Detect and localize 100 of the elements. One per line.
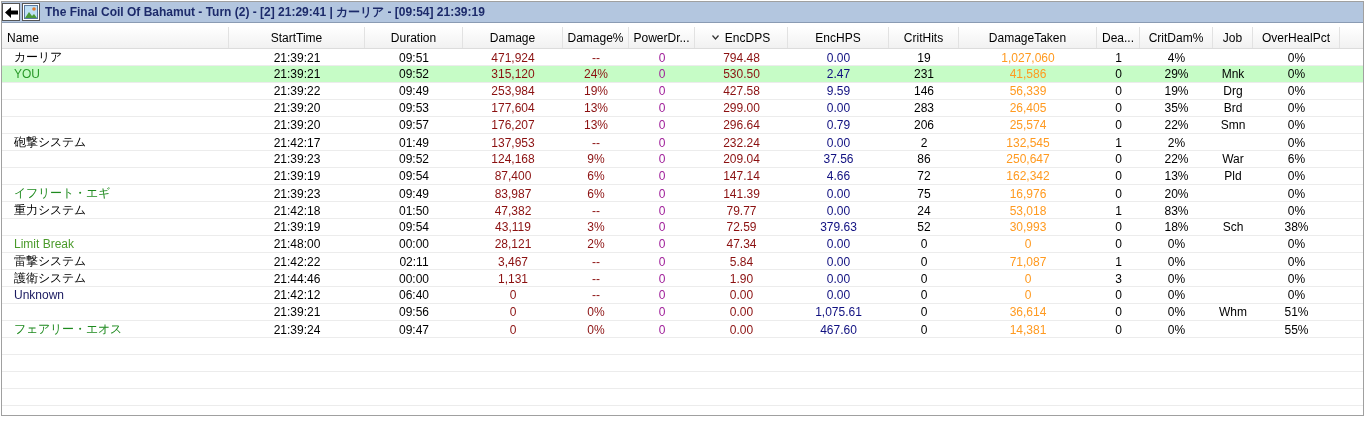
- name-text: 重力システム: [14, 202, 86, 219]
- table-cell-text: 38%: [1283, 219, 1310, 235]
- table-row[interactable]: 21:39:19 09:54 43,119 3% 0 72.59 379.63 52 30,993 0 18% Sch 38%: [2, 219, 1363, 236]
- table-cell-text: 162,342: [1005, 168, 1051, 184]
- table-cell-text: 0%: [1286, 83, 1307, 99]
- table-cell-text: 2.47: [825, 66, 852, 82]
- table-cell-text: 55%: [1283, 321, 1310, 338]
- column-header[interactable]: Damage: [463, 27, 563, 48]
- name-text: 護衛システム: [14, 270, 86, 287]
- table-cell-text: 0: [1114, 219, 1123, 235]
- table-cell-text: 21:42:17: [272, 134, 322, 151]
- table-cell-text: 0%: [1286, 236, 1307, 252]
- table-cell-text: 21:39:19: [272, 219, 322, 235]
- table-cell-text: 0: [1023, 287, 1033, 303]
- column-header[interactable]: Duration: [365, 27, 463, 48]
- column-header[interactable]: PowerDr...: [629, 27, 695, 48]
- table-cell-text: 0: [1114, 66, 1123, 82]
- table-row[interactable]: 雷撃システム 21:42:22 02:11 3,467 -- 0 5.84 0.00 0 71,087 1 0% 0%: [2, 253, 1363, 270]
- table-cell-text: 0: [1023, 236, 1033, 252]
- table-row[interactable]: Unknown 21:42:12 06:40 0 -- 0 0.00 0.00 0 0 0 0% 0%: [2, 287, 1363, 304]
- table-cell-text: 0: [657, 287, 667, 303]
- table-cell-text: 209.04: [722, 151, 761, 167]
- table-cell-text: 427.58: [722, 83, 761, 99]
- table-cell-text: 0%: [1286, 117, 1307, 133]
- table-cell-text: 0.79: [825, 117, 852, 133]
- column-header[interactable]: Dea...: [1097, 27, 1140, 48]
- image-icon: [24, 5, 38, 19]
- name-text: カーリア: [14, 49, 62, 66]
- table-cell-text: 1,131: [497, 270, 529, 287]
- table-cell-text: 0: [508, 321, 518, 338]
- table-cell-text: 3%: [586, 219, 606, 235]
- table-cell-text: 21:39:21: [272, 66, 322, 82]
- table-row[interactable]: 砲撃システム 21:42:17 01:49 137,953 -- 0 232.24 0.00 2 132,545 1 2% 0%: [2, 134, 1363, 151]
- table-cell-text: 0: [1114, 168, 1123, 184]
- table-row[interactable]: 21:39:23 09:52 124,168 9% 0 209.04 37.56 86 250,647 0 22% War 6%: [2, 151, 1363, 168]
- table-cell-text: 72: [916, 168, 932, 184]
- table-cell-text: 0.00: [825, 185, 852, 202]
- table-cell-text: 0.00: [825, 134, 852, 151]
- table-row[interactable]: フェアリー・エオス 21:39:24 09:47 0 0% 0 0.00 467.60 0 14,381 0 0% 55%: [2, 321, 1363, 338]
- table-row[interactable]: 21:39:19 09:54 87,400 6% 0 147.14 4.66 72 162,342 0 13% Pld 0%: [2, 168, 1363, 185]
- table-cell-text: 21:42:22: [272, 253, 322, 270]
- image-button[interactable]: [22, 3, 40, 21]
- column-header[interactable]: EncDPS: [695, 27, 788, 48]
- column-header[interactable]: Name: [2, 27, 229, 48]
- column-header[interactable]: OverHealPct: [1253, 27, 1340, 48]
- table-cell-text: 37.56: [822, 151, 855, 167]
- table-cell-text: 141.39: [722, 185, 761, 202]
- table-cell-text: 4.66: [825, 168, 852, 184]
- table-cell-text: 53,018: [1008, 202, 1048, 219]
- table-row[interactable]: Limit Break 21:48:00 00:00 28,121 2% 0 47.34 0.00 0 0 0 0% 0%: [2, 236, 1363, 253]
- table-cell-text: 35%: [1163, 100, 1190, 116]
- table-cell-text: --: [591, 270, 601, 287]
- column-header[interactable]: Job: [1213, 27, 1253, 48]
- table-cell-text: 0.00: [825, 49, 852, 66]
- table-cell-text: 0%: [1286, 253, 1307, 270]
- column-header[interactable]: CritDam%: [1140, 27, 1213, 48]
- table-cell-text: 9.59: [825, 83, 852, 99]
- table-cell-text: 09:57: [398, 117, 430, 133]
- column-header[interactable]: EncHPS: [788, 27, 889, 48]
- table-cell-text: 20%: [1163, 185, 1190, 202]
- table-cell-text: 09:53: [398, 100, 430, 116]
- selected-table-row[interactable]: YOU 21:39:21 09:52 315,120 24% 0 530.50 2.47 231 41,586 0 29% Mnk 0%: [2, 66, 1363, 83]
- column-header[interactable]: Damage%: [563, 27, 629, 48]
- table-cell-text: 22%: [1163, 151, 1190, 167]
- table-row[interactable]: 21:39:20 09:53 177,604 13% 0 299.00 0.00 283 26,405 0 35% Brd 0%: [2, 100, 1363, 117]
- table-cell-text: 6%: [586, 185, 606, 202]
- back-button[interactable]: [2, 3, 20, 21]
- table-cell-text: 0.00: [825, 236, 852, 252]
- table-row[interactable]: 護衛システム 21:44:46 00:00 1,131 -- 0 1.90 0.00 0 0 3 0% 0%: [2, 270, 1363, 287]
- table-cell-text: 9%: [586, 151, 606, 167]
- table-cell-text: 146: [913, 83, 935, 99]
- table-cell-text: 0: [1114, 117, 1123, 133]
- table-cell-text: 09:52: [398, 151, 430, 167]
- table-row[interactable]: 21:39:20 09:57 176,207 13% 0 296.64 0.79 206 25,574 0 22% Smn 0%: [2, 117, 1363, 134]
- column-header[interactable]: StartTime: [229, 27, 365, 48]
- name-text: Unknown: [14, 288, 65, 302]
- column-header[interactable]: CritHits: [889, 27, 959, 48]
- table-cell-text: 0: [1023, 270, 1033, 287]
- table-cell-text: --: [591, 134, 601, 151]
- table-row[interactable]: 21:39:22 09:49 253,984 19% 0 427.58 9.59 146 56,339 0 19% Drg 0%: [2, 83, 1363, 100]
- table-row[interactable]: イフリート・エギ 21:39:23 09:49 83,987 6% 0 141.39 0.00 75 16,976 0 20% 0%: [2, 185, 1363, 202]
- table-cell-text: 232.24: [722, 134, 761, 151]
- table-cell-text: 13%: [583, 100, 609, 116]
- table-row[interactable]: 重力システム 21:42:18 01:50 47,382 -- 0 79.77 0.00 24 53,018 1 83% 0%: [2, 202, 1363, 219]
- table-cell-text: 0: [1114, 236, 1123, 252]
- table-cell-text: 0.00: [728, 304, 755, 320]
- table-cell-text: 21:42:18: [272, 202, 322, 219]
- table-cell-text: 467.60: [819, 321, 858, 338]
- table-cell-text: 47,382: [493, 202, 533, 219]
- table-cell-text: 21:39:23: [272, 185, 322, 202]
- name-text: 砲撃システム: [14, 134, 86, 151]
- table-cell-text: 124,168: [490, 151, 536, 167]
- column-header[interactable]: DamageTaken: [959, 27, 1097, 48]
- table-cell-text: 09:49: [398, 185, 430, 202]
- table-cell-text: 0.00: [728, 287, 755, 303]
- table-cell-text: 299.00: [722, 100, 761, 116]
- table-cell-text: 36,614: [1008, 304, 1048, 320]
- table-row[interactable]: 21:39:21 09:56 0 0% 0 0.00 1,075.61 0 36,614 0 0% Whm 51%: [2, 304, 1363, 321]
- table-cell-text: 1.90: [728, 270, 755, 287]
- table-cell-text: 0: [657, 236, 667, 252]
